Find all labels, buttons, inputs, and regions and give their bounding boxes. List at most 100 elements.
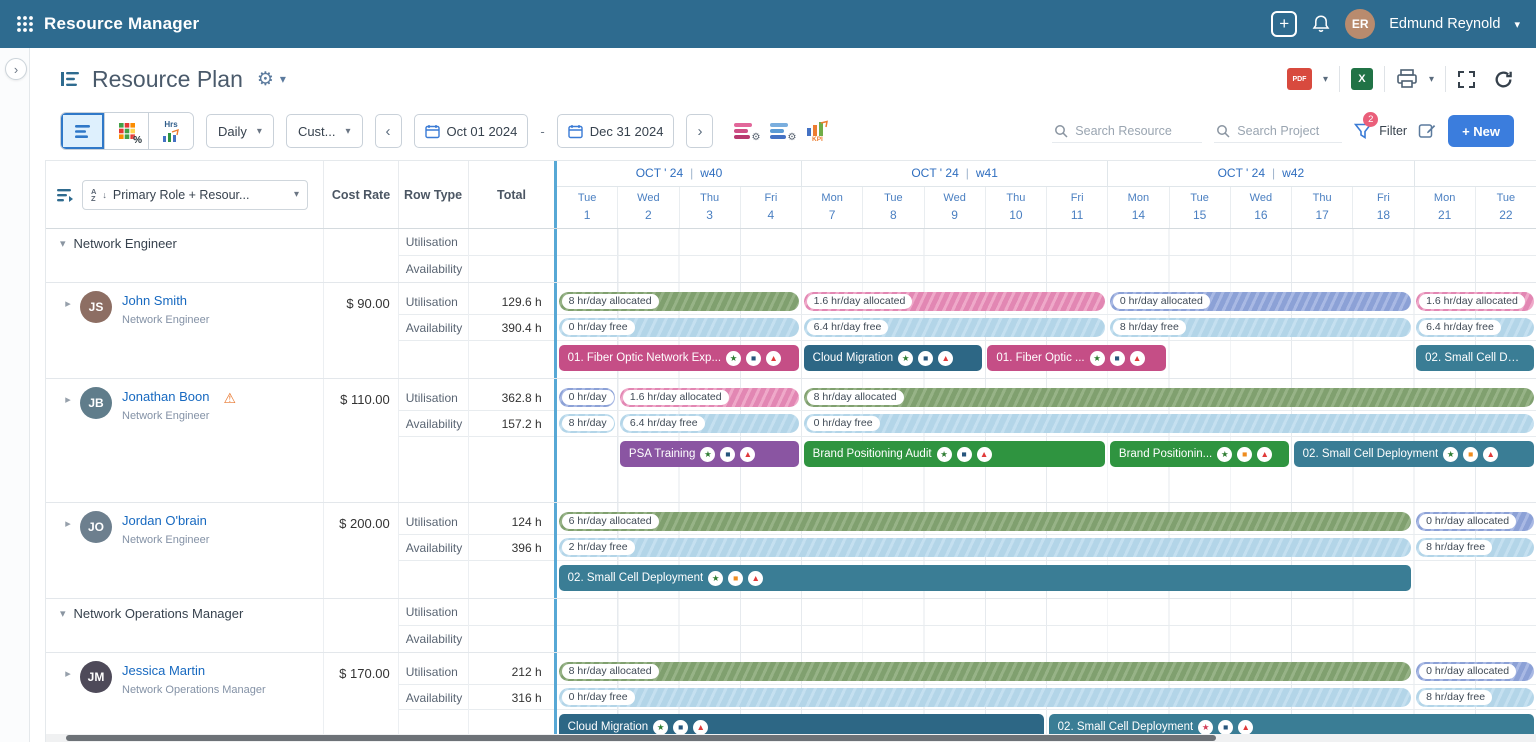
- allocation-bar[interactable]: 8 hr/day allocated: [559, 292, 799, 311]
- interval-select[interactable]: Daily ▾: [206, 114, 274, 148]
- free-bar[interactable]: 0 hr/day free: [559, 318, 799, 337]
- search-resource-input[interactable]: [1075, 124, 1195, 138]
- project-bar[interactable]: Cloud Migration★■▲: [804, 345, 983, 371]
- quick-add-button[interactable]: +: [1271, 11, 1297, 37]
- fullscreen-icon[interactable]: [1457, 70, 1476, 89]
- date-range-separator: -: [540, 124, 544, 139]
- project-bar[interactable]: 01. Fiber Optic ...★■▲: [987, 345, 1166, 371]
- free-bar[interactable]: 2 hr/day free: [559, 538, 1412, 557]
- free-bar[interactable]: 0 hr/day free: [804, 414, 1534, 433]
- hours-icon-label: Hrs: [164, 121, 177, 129]
- free-bar[interactable]: 6.4 hr/day free: [620, 414, 799, 433]
- view-mode-percent-button[interactable]: %: [105, 113, 149, 149]
- settings-gear-icon[interactable]: ⚙: [257, 68, 274, 91]
- sq-badge-icon: ■: [728, 571, 743, 586]
- apps-grid-icon[interactable]: [16, 15, 34, 33]
- project-bar[interactable]: PSA Training★■▲: [620, 441, 799, 467]
- sort-az-icon: AZ: [91, 188, 96, 202]
- filter-edit-icon[interactable]: [1418, 122, 1436, 140]
- notifications-bell-icon[interactable]: [1311, 14, 1331, 34]
- date-from-picker[interactable]: Oct 01 2024: [414, 114, 529, 148]
- new-button[interactable]: + New: [1448, 115, 1514, 147]
- user-name[interactable]: Edmund Reynold: [1389, 16, 1500, 32]
- timeline-lane: 8 hr/day allocated 0 hr/day allocated0 hr…: [557, 653, 1536, 742]
- row-type-utilisation: Utilisation: [399, 659, 468, 685]
- allocation-bar[interactable]: 1.6 hr/day allocated: [620, 388, 799, 407]
- free-bar[interactable]: 8 hr/day free: [1110, 318, 1411, 337]
- project-bar[interactable]: 02. Small Cell Deploy...: [1416, 345, 1534, 371]
- tri-badge-icon: ▲: [693, 720, 708, 735]
- allocation-bar[interactable]: 8 hr/day allocated: [559, 662, 1412, 681]
- filter-funnel-icon[interactable]: 2: [1354, 123, 1372, 140]
- next-period-button[interactable]: ›: [686, 114, 713, 148]
- project-bar-label: Brand Positionin...: [1119, 448, 1212, 460]
- allocation-bar[interactable]: 0 hr/day allocated: [1110, 292, 1411, 311]
- free-bar[interactable]: 8 hr/day free: [1416, 688, 1534, 707]
- project-bar[interactable]: Brand Positionin...★■▲: [1110, 441, 1289, 467]
- horizontal-scrollbar[interactable]: [46, 734, 1536, 742]
- sq-badge-icon: ■: [1110, 351, 1125, 366]
- view-mode-hours-button[interactable]: Hrs: [149, 113, 193, 149]
- project-bar[interactable]: Brand Positioning Audit★■▲: [804, 441, 1105, 467]
- search-project-input[interactable]: [1237, 124, 1335, 138]
- user-menu-caret-icon[interactable]: ▾: [1514, 18, 1520, 31]
- collapse-group-icon[interactable]: ▾: [56, 599, 74, 620]
- expand-resource-icon[interactable]: ▸: [56, 379, 80, 406]
- calendar-icon: [425, 124, 440, 139]
- custom-range-select[interactable]: Cust... ▾: [286, 114, 363, 148]
- view-mode-toggle-group: % Hrs: [60, 112, 194, 150]
- free-bar[interactable]: 8 hr/day: [559, 414, 615, 433]
- print-options-caret-icon[interactable]: ▾: [1429, 74, 1434, 85]
- export-excel-icon[interactable]: X: [1351, 68, 1373, 90]
- refresh-icon[interactable]: [1493, 69, 1514, 90]
- kpi-chart-button[interactable]: KPI: [805, 120, 829, 143]
- print-icon[interactable]: [1396, 69, 1418, 89]
- day-header-cell: Mon14: [1108, 187, 1169, 228]
- free-bar[interactable]: 0 hr/day free: [559, 688, 1412, 707]
- pdf-options-caret-icon[interactable]: ▾: [1323, 74, 1328, 85]
- group-by-dropdown[interactable]: AZ ↓ Primary Role + Resour... ▾: [82, 180, 308, 210]
- allocation-bar[interactable]: 6 hr/day allocated: [559, 512, 1412, 531]
- chevron-down-icon: ▾: [346, 126, 351, 137]
- project-bar[interactable]: 01. Fiber Optic Network Exp...★■▲: [559, 345, 799, 371]
- row-type-availability: Availability: [399, 535, 468, 561]
- date-to-value: Dec 31 2024: [590, 124, 664, 139]
- resource-row: ▸JSJohn SmithNetwork Engineer$ 90.00Util…: [46, 283, 1536, 379]
- row-settings-pink-button[interactable]: ⚙: [733, 121, 757, 141]
- resource-name-link[interactable]: Jonathan Boon: [122, 389, 209, 404]
- avatar: JB: [80, 387, 112, 419]
- expand-resource-icon[interactable]: ▸: [56, 283, 80, 310]
- sq-badge-icon: ■: [1237, 447, 1252, 462]
- free-bar[interactable]: 6.4 hr/day free: [1416, 318, 1534, 337]
- collapse-group-icon[interactable]: ▾: [56, 229, 74, 250]
- row-settings-blue-button[interactable]: ⚙: [769, 121, 793, 141]
- free-bar[interactable]: 6.4 hr/day free: [804, 318, 1105, 337]
- user-avatar[interactable]: ER: [1345, 9, 1375, 39]
- expand-panel-button[interactable]: ›: [5, 58, 27, 80]
- allocation-bar[interactable]: 0 hr/day: [559, 388, 615, 407]
- view-mode-bars-button[interactable]: [61, 113, 105, 149]
- free-bar[interactable]: 8 hr/day free: [1416, 538, 1534, 557]
- resource-name-link[interactable]: Jessica Martin: [122, 663, 205, 678]
- resource-name-link[interactable]: John Smith: [122, 293, 187, 308]
- bar-label: 6.4 hr/day free: [1419, 320, 1501, 335]
- row-type-utilisation: Utilisation: [399, 509, 468, 535]
- view-options-caret-icon[interactable]: ▾: [280, 72, 286, 86]
- allocation-bar[interactable]: 0 hr/day allocated: [1416, 662, 1534, 681]
- bar-label: 8 hr/day allocated: [562, 664, 659, 679]
- collapse-all-rows-icon[interactable]: [56, 187, 74, 203]
- scrollbar-thumb[interactable]: [66, 735, 1216, 741]
- allocation-bar[interactable]: 1.6 hr/day allocated: [1416, 292, 1534, 311]
- resource-name-link[interactable]: Jordan O'brain: [122, 513, 207, 528]
- allocation-bar[interactable]: 1.6 hr/day allocated: [804, 292, 1105, 311]
- project-bar[interactable]: 02. Small Cell Deployment★■▲: [559, 565, 1412, 591]
- date-to-picker[interactable]: Dec 31 2024: [557, 114, 675, 148]
- prev-period-button[interactable]: ‹: [375, 114, 402, 148]
- export-pdf-icon[interactable]: PDF: [1287, 68, 1312, 90]
- allocation-bar[interactable]: 8 hr/day allocated: [804, 388, 1534, 407]
- expand-resource-icon[interactable]: ▸: [56, 503, 80, 530]
- expand-resource-icon[interactable]: ▸: [56, 653, 80, 680]
- tri-badge-icon: ▲: [977, 447, 992, 462]
- project-bar[interactable]: 02. Small Cell Deployment★■▲: [1294, 441, 1534, 467]
- allocation-bar[interactable]: 0 hr/day allocated: [1416, 512, 1534, 531]
